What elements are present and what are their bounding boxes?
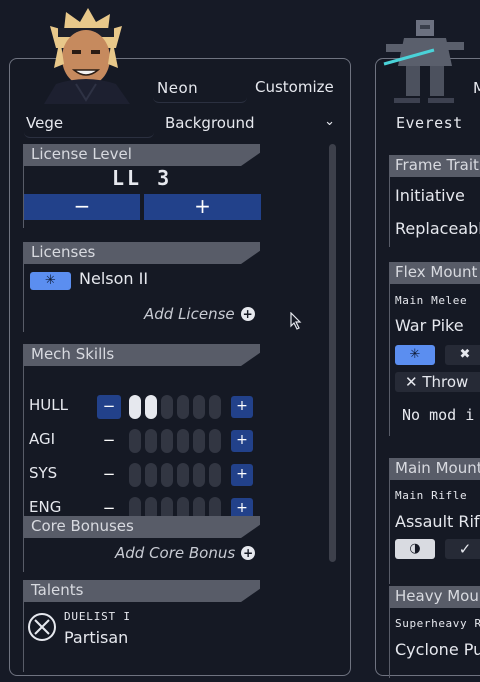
close-icon: ✕	[405, 373, 418, 391]
skill-name: HULL	[29, 396, 68, 414]
skill-pip	[209, 429, 221, 453]
mech-portrait[interactable]	[382, 14, 468, 104]
skill-pip	[161, 429, 173, 453]
weapon-range-icon[interactable]: ✖	[445, 345, 480, 365]
core-bonuses-section: Core Bonuses Add Core Bonus +	[23, 516, 260, 572]
weapon-tag-icon[interactable]: ◑	[395, 539, 435, 559]
section-header: Flex Mount	[389, 262, 480, 284]
background-select-value: Background	[165, 114, 255, 132]
section-header: Frame Trait	[389, 155, 480, 177]
talent-name[interactable]: Partisan	[64, 628, 128, 647]
skill-pip	[129, 463, 141, 487]
add-license-label: Add License	[144, 305, 235, 323]
weapon-name[interactable]: War Pike	[395, 316, 464, 335]
license-rank-icon[interactable]: ✳	[30, 272, 71, 290]
skill-pip	[145, 429, 157, 453]
skill-name: AGI	[29, 430, 56, 448]
skill-pip	[193, 463, 205, 487]
weapon-mod-status: No mod i	[402, 406, 475, 424]
heavy-mount-section: Heavy Mou Superheavy R Cyclone Pul	[389, 586, 480, 678]
skill-pip	[145, 395, 157, 419]
skill-decrement-button[interactable]: −	[97, 463, 121, 487]
section-header: Mech Skills	[23, 344, 260, 366]
frame-select-value: Vege	[26, 114, 64, 132]
mount-slot-label: Main Melee	[395, 294, 468, 307]
mech-name-field[interactable]: M	[473, 79, 480, 97]
skill-increment-button[interactable]: +	[231, 396, 253, 418]
skill-increment-button[interactable]: +	[231, 464, 253, 486]
frame-trait-item[interactable]: Initiative	[395, 186, 465, 205]
add-license-button[interactable]: Add License +	[144, 305, 255, 323]
throw-action-button[interactable]: ✕ Throw	[395, 372, 480, 392]
weapon-name[interactable]: Cyclone Pul	[395, 640, 480, 659]
background-select[interactable]: Background ⌄	[163, 112, 341, 138]
skill-pip	[161, 395, 173, 419]
skill-row-sys: SYS − +	[29, 463, 259, 487]
skill-pip	[177, 395, 189, 419]
skill-pip	[145, 463, 157, 487]
flex-mount-section: Flex Mount Main Melee War Pike ✳ ✖ ✕ Thr…	[389, 262, 480, 436]
frame-traits-section: Frame Trait Initiative Replaceable	[389, 155, 480, 247]
skill-pip	[209, 395, 221, 419]
licenses-section: Licenses ✳ Nelson II Add License +	[23, 242, 260, 332]
license-item[interactable]: Nelson II	[79, 269, 148, 288]
section-header: Talents	[23, 580, 260, 602]
weapon-tag-icon[interactable]: ✳	[395, 345, 435, 365]
skill-pip	[129, 429, 141, 453]
section-header: Main Mount	[389, 458, 480, 480]
throw-label: Throw	[422, 373, 469, 391]
section-header: Core Bonuses	[23, 516, 260, 538]
skill-decrement-button[interactable]: −	[97, 395, 121, 419]
license-level-section: License Level LL 3 − +	[23, 144, 261, 228]
add-core-bonus-button[interactable]: Add Core Bonus +	[115, 544, 256, 562]
customize-button[interactable]: Customize	[255, 78, 334, 96]
pilot-portrait[interactable]	[36, 8, 136, 104]
main-mount-section: Main Mount Main Rifle Assault Rifle ◑ ✓	[389, 458, 480, 584]
skill-pip	[177, 463, 189, 487]
skill-decrement-button[interactable]: −	[97, 429, 121, 453]
skill-pip	[129, 395, 141, 419]
callsign-text: Neon	[157, 79, 199, 97]
callsign-field[interactable]: Neon	[153, 75, 247, 103]
talent-tier: DUELIST I	[64, 610, 131, 623]
talents-section: Talents DUELIST I Partisan	[23, 580, 260, 672]
license-level-increment-button[interactable]: +	[144, 194, 261, 220]
check-circle-icon[interactable]: ✓	[445, 539, 480, 559]
skill-pip	[193, 429, 205, 453]
license-level-value: LL 3	[112, 166, 173, 190]
scrollbar[interactable]	[329, 144, 336, 562]
section-header: Heavy Mou	[389, 586, 480, 608]
skill-name: ENG	[29, 498, 62, 516]
mech-skills-section: Mech Skills HULL − + AGI − + SYS − + ENG − +	[23, 344, 260, 526]
skill-pip	[193, 395, 205, 419]
section-header: License Level	[23, 144, 260, 166]
skill-pip	[161, 463, 173, 487]
skill-name: SYS	[29, 464, 58, 482]
plus-circle-icon: +	[240, 307, 255, 321]
duelist-talent-icon	[28, 613, 56, 641]
skill-row-agi: AGI − +	[29, 429, 259, 453]
mount-slot-label: Main Rifle	[395, 489, 468, 502]
chevron-down-icon: ⌄	[324, 114, 335, 129]
skill-increment-button[interactable]: +	[231, 430, 253, 452]
mech-frame-name[interactable]: Everest	[396, 114, 463, 132]
weapon-name[interactable]: Assault Rifle	[395, 512, 480, 531]
mouse-cursor-icon	[290, 312, 302, 330]
add-core-bonus-label: Add Core Bonus	[115, 544, 236, 562]
frame-trait-item[interactable]: Replaceable	[395, 219, 480, 238]
plus-circle-icon: +	[241, 546, 256, 560]
skill-pip	[177, 429, 189, 453]
skill-pip	[209, 463, 221, 487]
skill-row-hull: HULL − +	[29, 395, 259, 419]
frame-select[interactable]: Vege	[24, 112, 154, 138]
mount-slot-label: Superheavy R	[395, 617, 480, 630]
section-header: Licenses	[23, 242, 260, 264]
license-level-decrement-button[interactable]: −	[24, 194, 140, 220]
